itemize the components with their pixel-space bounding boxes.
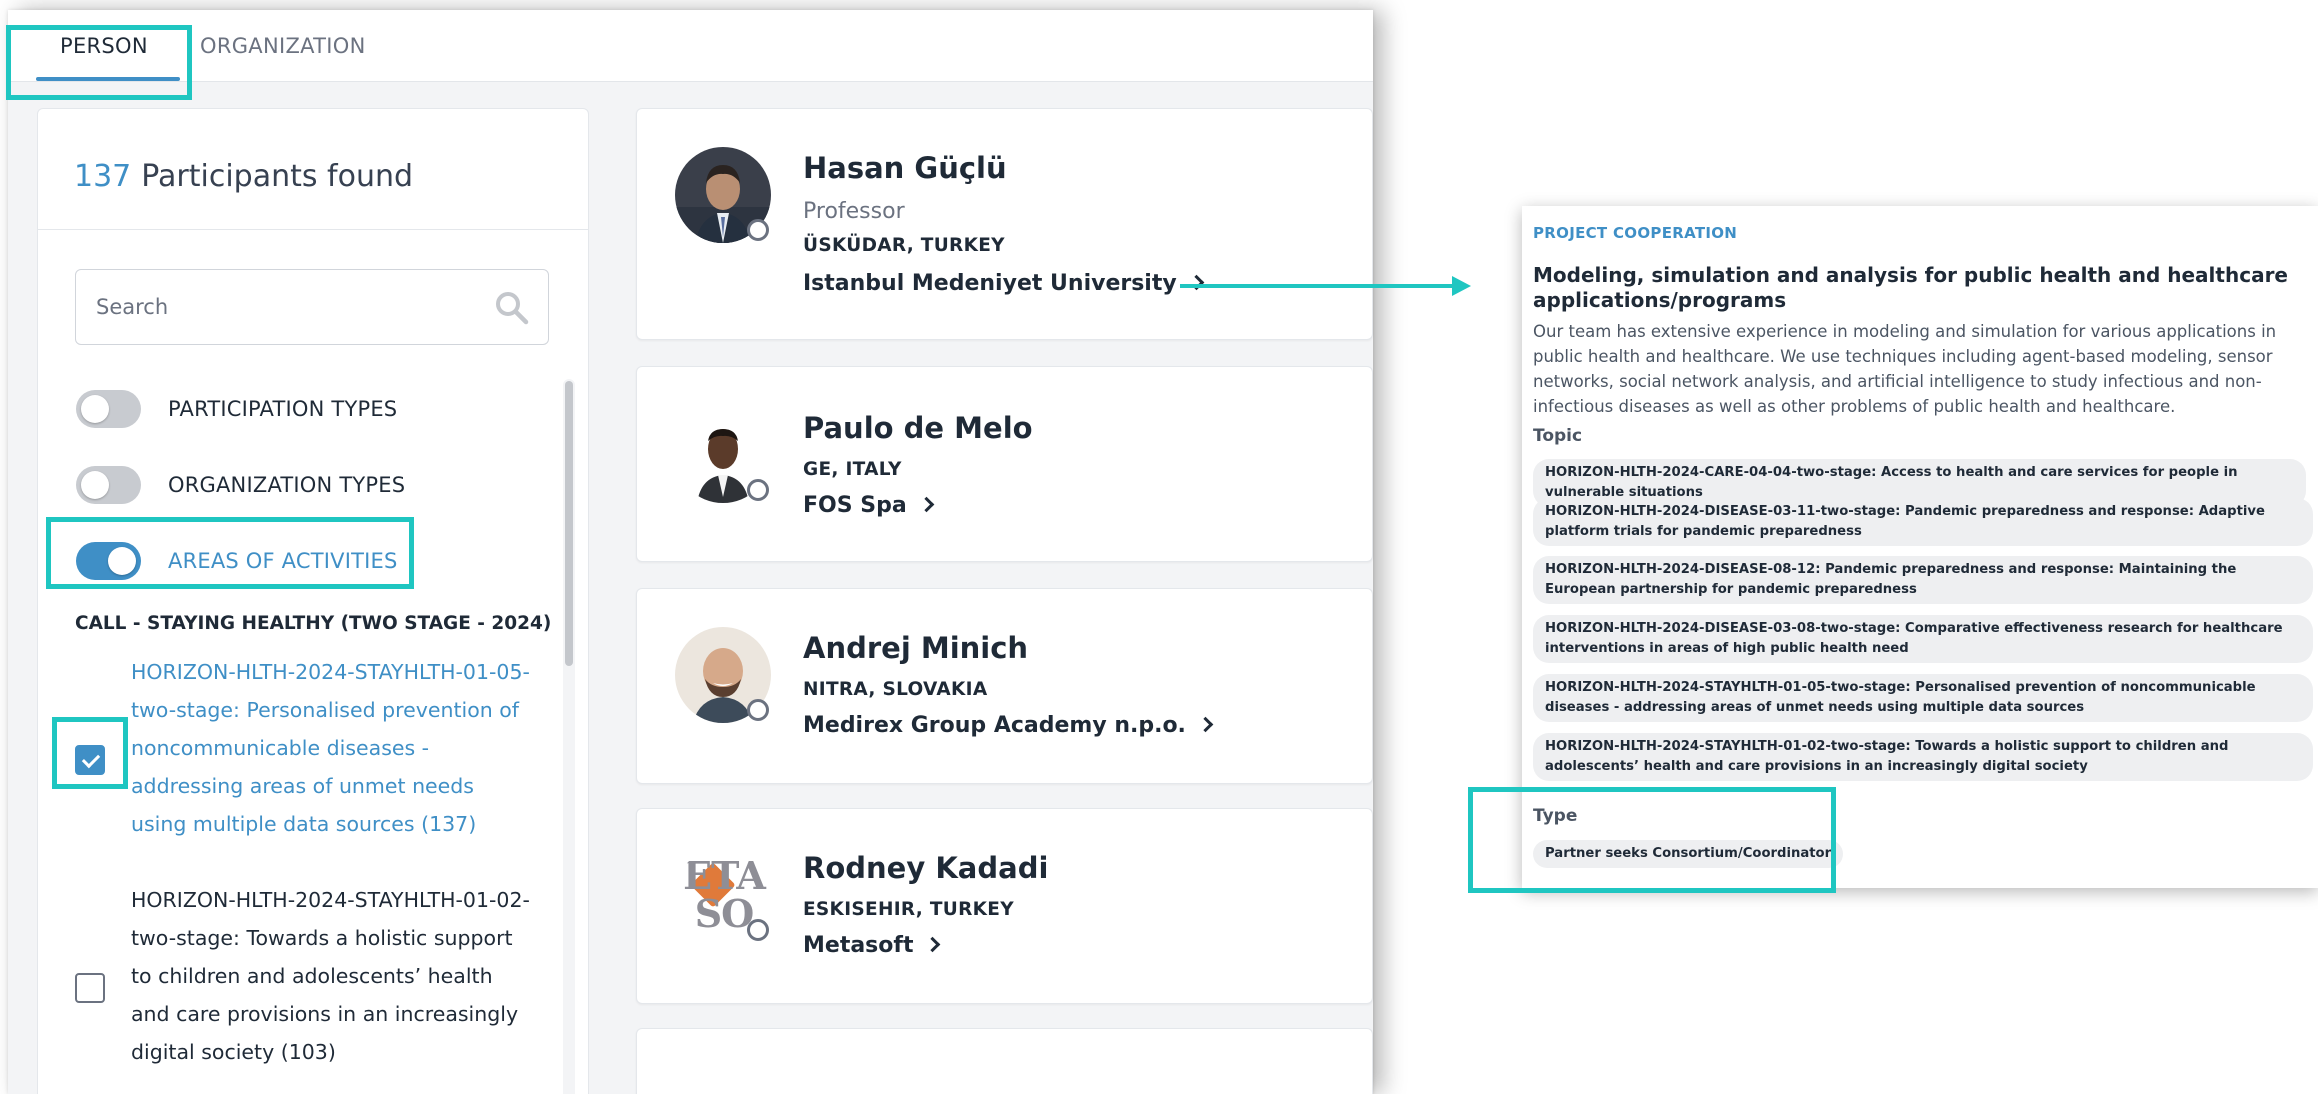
participation-types-label: PARTICIPATION TYPES xyxy=(168,397,398,421)
person-name[interactable]: Rodney Kadadi xyxy=(803,851,1048,885)
status-indicator xyxy=(747,699,769,721)
results-count: 137 xyxy=(74,159,132,194)
areas-of-activities-label: AREAS OF ACTIVITIES xyxy=(168,549,398,573)
person-location: NITRA, SLOVAKIA xyxy=(803,679,988,700)
callout-arrow-head xyxy=(1452,276,1471,296)
status-indicator xyxy=(747,919,769,941)
person-card[interactable]: ETA SO Rodney Kadadi ESKISEHIR, TURKEY M… xyxy=(636,808,1373,1004)
tab-bar: PERSON ORGANIZATION xyxy=(8,10,1373,82)
topic-filter-label: HORIZON-HLTH-2024-STAYHLTH-01-02-two-sta… xyxy=(131,888,530,1064)
toggle-knob xyxy=(81,471,109,499)
person-name[interactable]: Andrej Minich xyxy=(803,631,1028,665)
organization-name: Istanbul Medeniyet University xyxy=(803,271,1177,296)
status-indicator xyxy=(747,479,769,501)
avatar[interactable]: ETA SO xyxy=(675,847,771,943)
topic-chip: HORIZON-HLTH-2024-STAYHLTH-01-05-two-sta… xyxy=(1533,674,2313,722)
topic-chip: HORIZON-HLTH-2024-DISEASE-08-12: Pandemi… xyxy=(1533,556,2313,604)
person-location: ÜSKÜDAR, TURKEY xyxy=(803,235,1005,256)
person-location: ESKISEHIR, TURKEY xyxy=(803,899,1014,920)
tab-person[interactable]: PERSON xyxy=(60,34,148,58)
person-organization-link[interactable]: Metasoft xyxy=(803,933,941,958)
sidebar-divider xyxy=(38,229,588,230)
person-card[interactable]: Hasan Güçlü Professor ÜSKÜDAR, TURKEY Is… xyxy=(636,108,1373,340)
results-summary: 137 Participants found xyxy=(74,159,413,194)
areas-of-activities-toggle[interactable] xyxy=(76,542,141,580)
person-name[interactable]: Hasan Güçlü xyxy=(803,151,1007,185)
active-tab-indicator xyxy=(36,77,180,81)
topic-checkbox[interactable] xyxy=(75,973,105,1003)
topic-filter-item[interactable]: HORIZON-HLTH-2024-STAYHLTH-01-05-two-sta… xyxy=(75,653,545,883)
type-chip: Partner seeks Consortium/Coordinator xyxy=(1533,840,1844,868)
toggle-knob xyxy=(81,395,109,423)
avatar[interactable] xyxy=(675,407,771,503)
results-label: Participants found xyxy=(141,159,414,194)
person-organization-link[interactable]: Istanbul Medeniyet University xyxy=(803,271,1204,296)
status-indicator xyxy=(747,219,769,241)
organization-types-label: ORGANIZATION TYPES xyxy=(168,473,406,497)
organization-name: Medirex Group Academy n.p.o. xyxy=(803,713,1186,738)
topic-chip: HORIZON-HLTH-2024-DISEASE-03-11-two-stag… xyxy=(1533,498,2313,546)
person-role: Professor xyxy=(803,199,905,224)
filter-sidebar: 137 Participants found PARTICIPATION TYPE… xyxy=(37,108,589,1094)
person-organization-link[interactable]: FOS Spa xyxy=(803,493,934,518)
chevron-right-icon xyxy=(925,936,941,953)
filter-scrollbar-thumb[interactable] xyxy=(565,381,573,666)
organization-types-toggle[interactable] xyxy=(76,466,141,504)
call-heading: CALL - STAYING HEALTHY (TWO STAGE - 2024… xyxy=(75,613,552,634)
cooperation-title: Modeling, simulation and analysis for pu… xyxy=(1533,263,2288,312)
participation-types-toggle[interactable] xyxy=(76,390,141,428)
avatar[interactable] xyxy=(675,627,771,723)
cooperation-description: Our team has extensive experience in mod… xyxy=(1533,322,2277,416)
topic-filter-label: HORIZON-HLTH-2024-STAYHLTH-01-05-two-sta… xyxy=(131,660,530,836)
project-cooperation-panel: PROJECT COOPERATION Modeling, simulation… xyxy=(1522,206,2318,888)
person-organization-link[interactable]: Medirex Group Academy n.p.o. xyxy=(803,713,1214,738)
search-input[interactable] xyxy=(96,288,476,326)
avatar[interactable] xyxy=(675,147,771,243)
callout-arrow-line xyxy=(1180,284,1456,288)
topic-label: Topic xyxy=(1533,426,1583,446)
person-card[interactable]: Paulo de Melo GE, ITALY FOS Spa xyxy=(636,366,1373,562)
search-box xyxy=(75,269,549,345)
type-label: Type xyxy=(1533,806,1578,826)
chevron-right-icon xyxy=(918,496,934,513)
person-card[interactable] xyxy=(636,1028,1373,1094)
cooperation-type-heading: PROJECT COOPERATION xyxy=(1533,224,1738,242)
topic-chip: HORIZON-HLTH-2024-DISEASE-03-08-two-stag… xyxy=(1533,615,2313,663)
topic-checkbox-checked[interactable] xyxy=(75,745,105,775)
tab-organization[interactable]: ORGANIZATION xyxy=(200,34,366,58)
search-icon[interactable] xyxy=(494,290,530,326)
person-location: GE, ITALY xyxy=(803,459,902,480)
topic-filter-item[interactable]: HORIZON-HLTH-2024-STAYHLTH-01-02-two-sta… xyxy=(75,881,545,1094)
person-card[interactable]: Andrej Minich NITRA, SLOVAKIA Medirex Gr… xyxy=(636,588,1373,784)
chevron-right-icon xyxy=(1197,716,1214,733)
person-name[interactable]: Paulo de Melo xyxy=(803,411,1033,445)
organization-name: FOS Spa xyxy=(803,493,907,518)
toggle-knob xyxy=(108,547,136,575)
organization-name: Metasoft xyxy=(803,933,914,958)
topic-chip: HORIZON-HLTH-2024-STAYHLTH-01-02-two-sta… xyxy=(1533,733,2313,781)
